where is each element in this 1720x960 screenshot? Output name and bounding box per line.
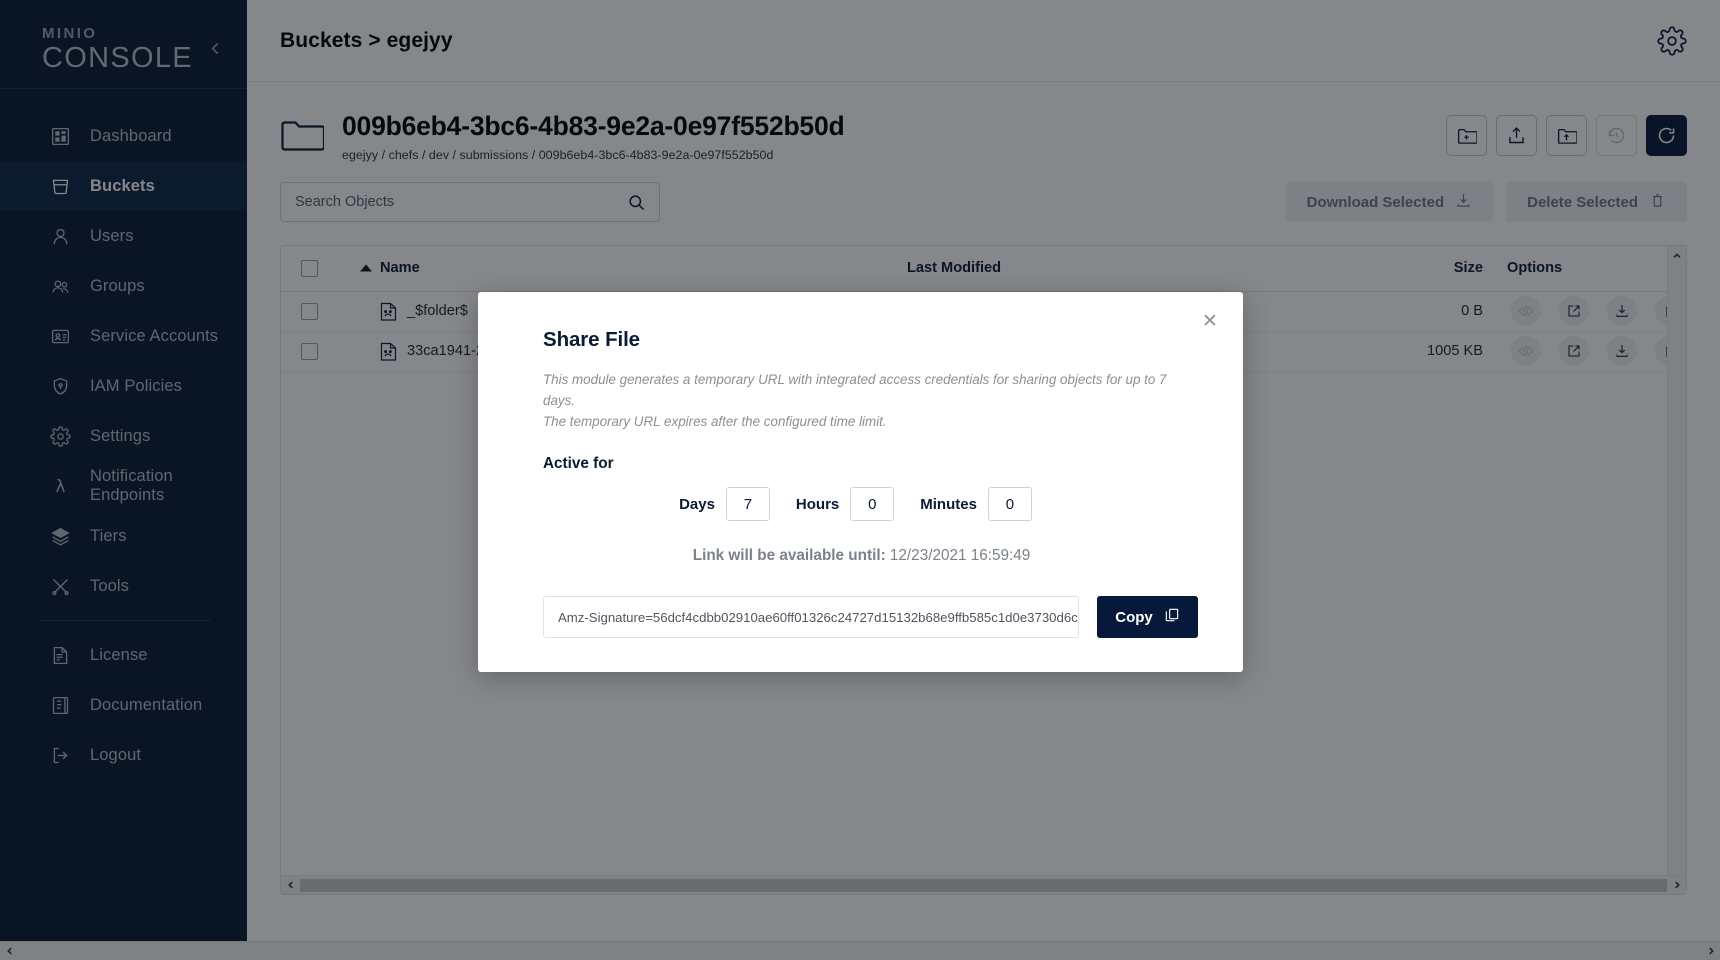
copy-icon	[1164, 607, 1180, 627]
modal-description: This module generates a temporary URL wi…	[543, 370, 1198, 432]
hours-input[interactable]	[850, 487, 895, 522]
link-expiry: Link will be available until: 12/23/2021…	[543, 547, 1198, 565]
modal-description-line2: The temporary URL expires after the conf…	[543, 413, 887, 429]
share-file-modal: ✕ Share File This module generates a tem…	[478, 292, 1243, 672]
minutes-input[interactable]	[987, 487, 1032, 522]
minutes-label: Minutes	[920, 495, 977, 513]
link-expiry-value: 12/23/2021 16:59:49	[889, 547, 1031, 565]
share-url-row: Amz-Signature=56dcf4cdbb02910ae60ff01326…	[543, 596, 1198, 639]
hours-label: Hours	[795, 495, 840, 513]
days-label: Days	[679, 495, 715, 513]
modal-title: Share File	[543, 328, 640, 351]
duration-row: Days Hours Minutes	[543, 487, 1198, 522]
days-input[interactable]	[725, 487, 770, 522]
copy-button-label: Copy	[1115, 608, 1153, 626]
minio-console-app: MINIO CONSOLE Dashboard Buckets Users	[0, 0, 1720, 960]
copy-button[interactable]: Copy	[1097, 596, 1198, 639]
close-icon[interactable]: ✕	[1199, 310, 1221, 332]
link-expiry-label: Link will be available until:	[692, 547, 886, 565]
modal-description-line1: This module generates a temporary URL wi…	[543, 372, 1167, 408]
share-url-field[interactable]: Amz-Signature=56dcf4cdbb02910ae60ff01326…	[543, 596, 1079, 639]
active-for-label: Active for	[543, 455, 614, 473]
